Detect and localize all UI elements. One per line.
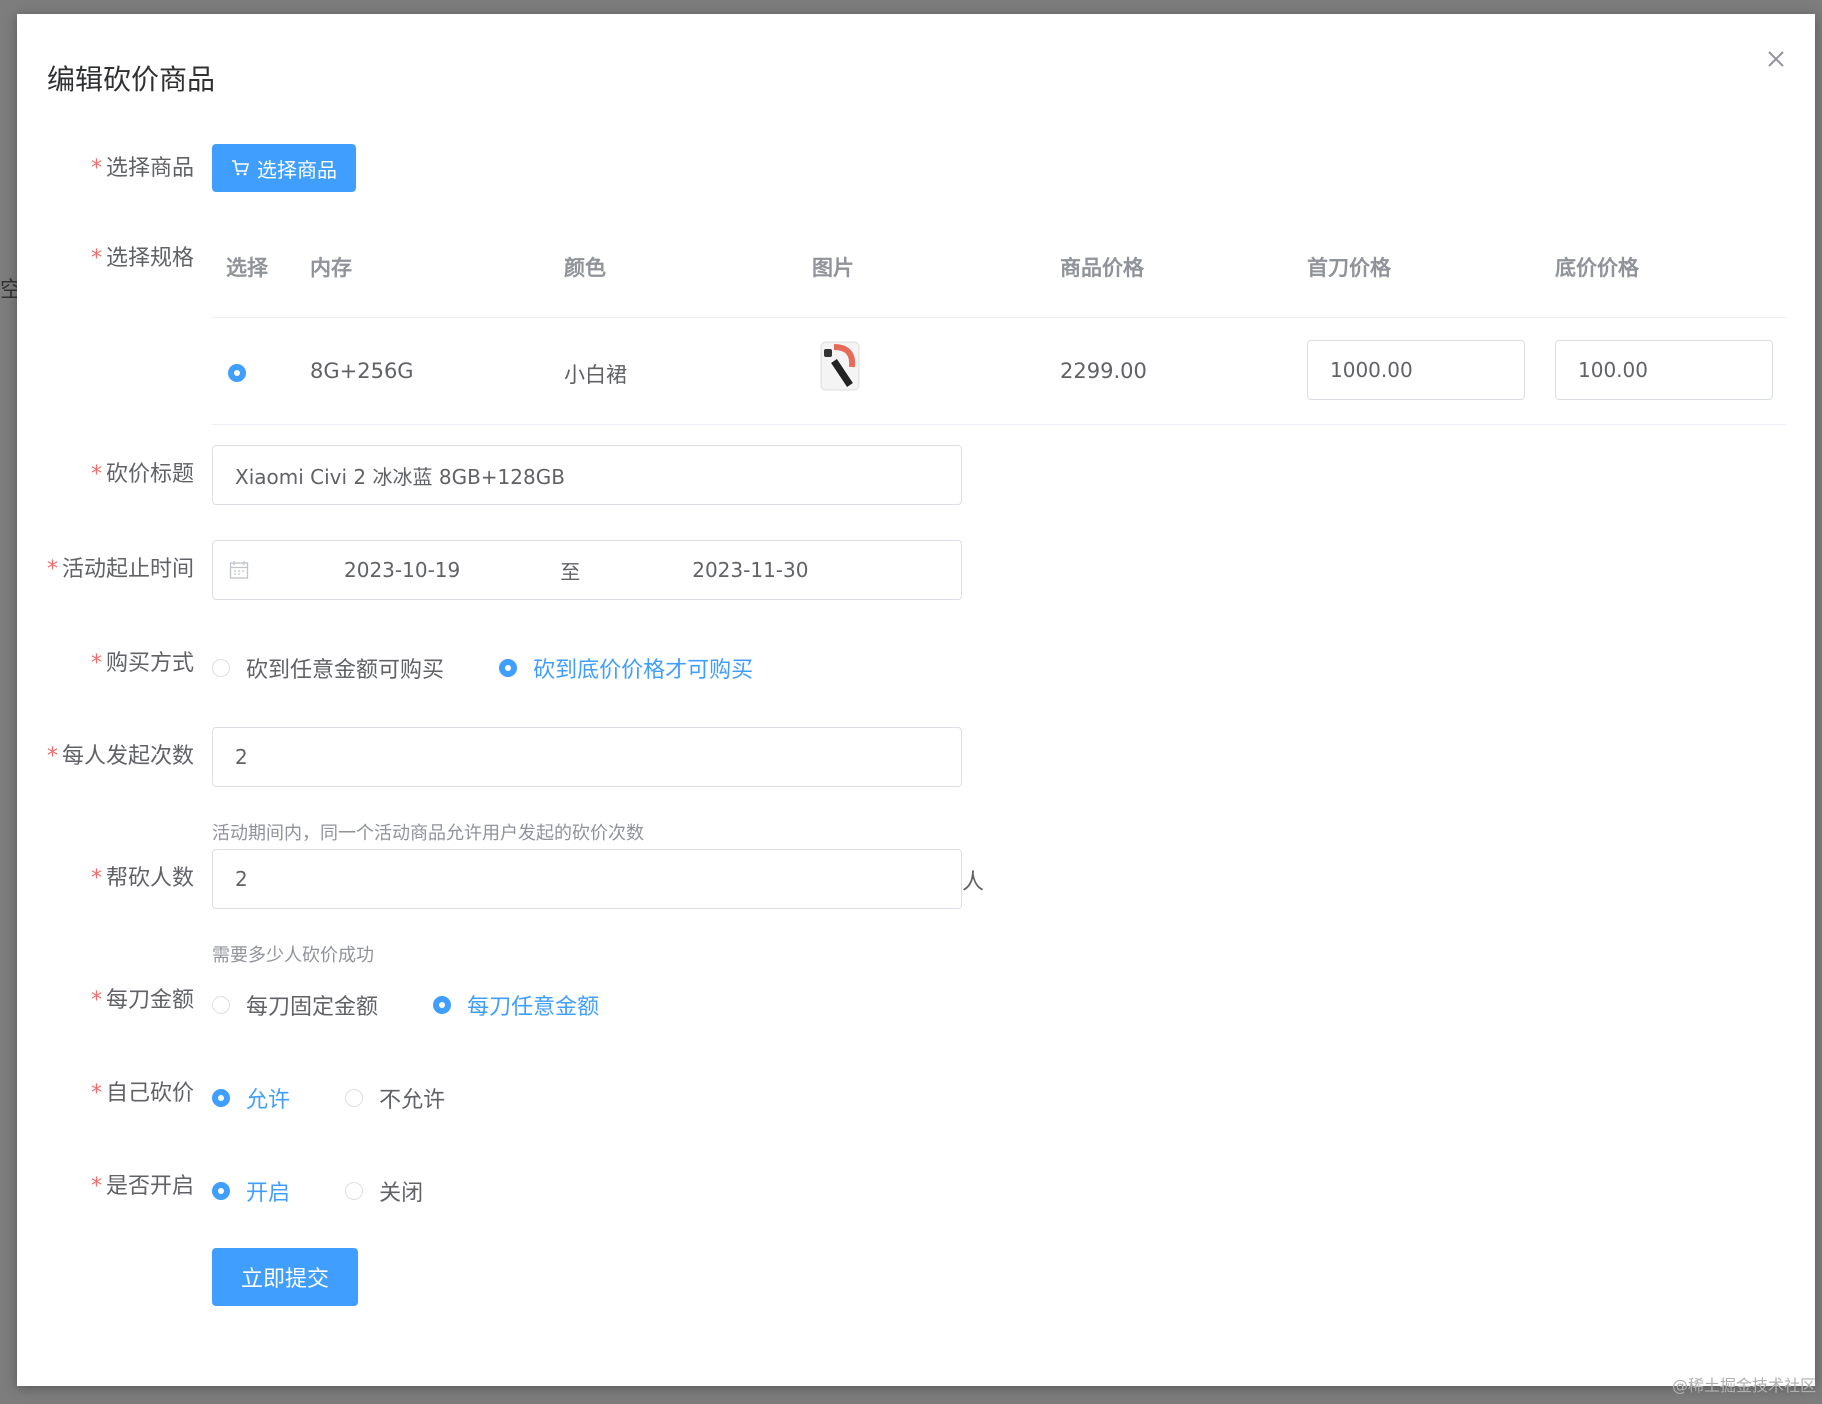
spec-color: 小白裙 <box>564 363 627 387</box>
table-divider <box>212 317 1786 318</box>
spec-memory: 8G+256G <box>310 359 414 383</box>
date-range-picker[interactable]: 2023-10-19 至 2023-11-30 <box>212 540 962 600</box>
form-row-title: * 砍价标题 Xiaomi Civi 2 冰冰蓝 8GB+128GB <box>17 445 1815 505</box>
form-row-helpers: * 帮砍人数 2 人 <box>17 849 1815 909</box>
helpers-unit: 人 <box>962 870 985 895</box>
form-row-launch-count: * 每人发起次数 2 <box>17 727 1815 787</box>
form-row-buy-mode: * 购买方式 砍到任意金额可购买 砍到底价价格才可购买 <box>17 649 1815 689</box>
cut-amount-option-any[interactable]: 每刀任意金额 <box>433 989 599 1021</box>
title-label: * 砍价标题 <box>90 462 194 487</box>
first-cut-price-input[interactable]: 1000.00 <box>1307 340 1525 400</box>
col-header-color: 颜色 <box>564 256 606 280</box>
submit-button[interactable]: 立即提交 <box>212 1248 358 1306</box>
enabled-radio-group: 开启 关闭 <box>212 1175 471 1207</box>
bargain-title-input[interactable]: Xiaomi Civi 2 冰冰蓝 8GB+128GB <box>212 445 962 505</box>
cut-amount-label: * 每刀金额 <box>90 988 194 1013</box>
self-cut-radio-group: 允许 不允许 <box>212 1082 493 1114</box>
form-row-cut-amount: * 每刀金额 每刀固定金额 每刀任意金额 <box>17 986 1815 1026</box>
select-goods-button[interactable]: 选择商品 <box>212 144 356 192</box>
cut-amount-radio-group: 每刀固定金额 每刀任意金额 <box>212 989 647 1021</box>
form-row-self-cut: * 自己砍价 允许 不允许 <box>17 1079 1815 1119</box>
cut-amount-option-fixed[interactable]: 每刀固定金额 <box>212 989 378 1021</box>
close-icon[interactable] <box>1761 44 1791 74</box>
col-header-select: 选择 <box>226 256 268 280</box>
self-cut-option-deny[interactable]: 不允许 <box>345 1082 445 1114</box>
edit-bargain-dialog: 编辑砍价商品 * 选择商品 选择商品 * 选择规格 选择 内存 颜色 图片 商品价格… <box>17 14 1815 1386</box>
form-row-enabled: * 是否开启 开启 关闭 <box>17 1172 1815 1212</box>
end-date[interactable]: 2023-11-30 <box>692 558 808 582</box>
helpers-hint-row: 需要多少人砍价成功 <box>17 941 1815 966</box>
buy-mode-option-floor[interactable]: 砍到底价价格才可购买 <box>499 652 753 684</box>
launch-count-hint: 活动期间内，同一个活动商品允许用户发起的砍价次数 <box>212 823 644 844</box>
spec-label: * 选择规格 <box>90 246 194 271</box>
col-header-first-cut: 首刀价格 <box>1307 256 1391 280</box>
launch-count-input[interactable]: 2 <box>212 727 962 787</box>
form-row-spec-label: * 选择规格 <box>17 244 1815 284</box>
period-label: * 活动起止时间 <box>46 557 194 582</box>
launch-count-label: * 每人发起次数 <box>46 744 194 769</box>
floor-price-input[interactable]: 100.00 <box>1555 340 1773 400</box>
form-row-period: * 活动起止时间 2023-10-19 至 2023-11-30 <box>17 540 1815 600</box>
col-header-image: 图片 <box>812 256 854 280</box>
buy-mode-label: * 购买方式 <box>90 651 194 676</box>
spec-price: 2299.00 <box>1060 359 1147 383</box>
dialog-title: 编辑砍价商品 <box>47 63 216 96</box>
helpers-hint: 需要多少人砍价成功 <box>212 945 374 966</box>
helpers-count-input[interactable]: 2 <box>212 849 962 909</box>
cart-icon <box>232 160 249 176</box>
table-bottom-border <box>212 424 1786 425</box>
range-separator: 至 <box>560 559 581 584</box>
self-cut-option-allow[interactable]: 允许 <box>212 1082 290 1114</box>
col-header-price: 商品价格 <box>1060 256 1144 280</box>
buy-mode-radio-group: 砍到任意金额可购买 砍到底价价格才可购买 <box>212 652 801 684</box>
spec-row-radio[interactable] <box>228 364 262 382</box>
helpers-label: * 帮砍人数 <box>90 866 194 891</box>
product-thumbnail <box>820 341 860 391</box>
enabled-label: * 是否开启 <box>90 1174 194 1199</box>
col-header-floor-price: 底价价格 <box>1555 256 1639 280</box>
calendar-icon <box>229 561 249 579</box>
start-date[interactable]: 2023-10-19 <box>344 558 460 582</box>
enabled-option-on[interactable]: 开启 <box>212 1175 290 1207</box>
watermark: @稀土掘金技术社区 <box>1671 1376 1816 1395</box>
goods-label: * 选择商品 <box>90 156 194 181</box>
form-row-goods: * 选择商品 选择商品 <box>17 144 1815 194</box>
buy-mode-option-any[interactable]: 砍到任意金额可购买 <box>212 652 444 684</box>
enabled-option-off[interactable]: 关闭 <box>345 1175 423 1207</box>
self-cut-label: * 自己砍价 <box>90 1081 194 1106</box>
form-row-submit: 立即提交 <box>17 1248 1815 1308</box>
col-header-memory: 内存 <box>310 256 352 280</box>
launch-count-hint-row: 活动期间内，同一个活动商品允许用户发起的砍价次数 <box>17 819 1815 844</box>
